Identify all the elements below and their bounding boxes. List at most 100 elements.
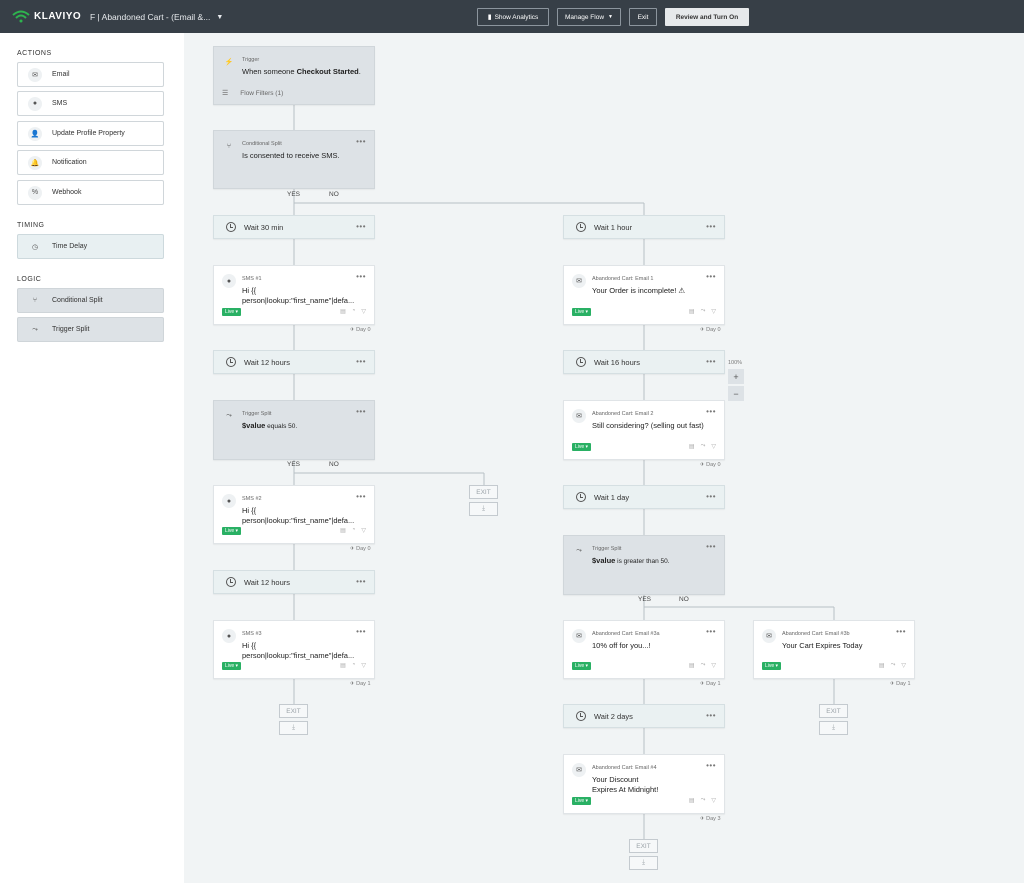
exit-add-node[interactable]: ⤓ [279, 721, 308, 735]
analytics-icon[interactable]: ◔ [352, 662, 356, 669]
flow-filters-link[interactable]: ☰ Flow Filters (1) [222, 89, 283, 98]
filter-icon[interactable]: ▽ [711, 443, 716, 450]
node-label: Trigger Split [592, 546, 622, 552]
more-options-icon[interactable]: ••• [356, 137, 366, 146]
more-options-icon[interactable]: ••• [706, 711, 716, 720]
more-options-icon[interactable]: ••• [896, 627, 906, 636]
sms-node[interactable]: ● SMS #2 Hi {{person|lookup:"first_name"… [213, 485, 375, 544]
day-value: Day 3 [706, 816, 721, 822]
live-status-badge[interactable]: Live ▾ [222, 308, 242, 316]
preview-icon[interactable]: ▤ [689, 662, 695, 669]
live-status-badge[interactable]: Live ▾ [762, 662, 782, 670]
analytics-icon[interactable]: ⤳ [701, 797, 706, 804]
wait-node[interactable]: Wait 1 hour ••• [563, 215, 725, 239]
wait-node[interactable]: Wait 30 min ••• [213, 215, 375, 239]
email-node[interactable]: ✉ Abandoned Cart: Email #3b Your Cart Ex… [753, 620, 915, 679]
review-and-turn-on-button[interactable]: Review and Turn On [665, 8, 749, 26]
more-options-icon[interactable]: ••• [706, 407, 716, 416]
more-options-icon[interactable]: ••• [706, 357, 716, 366]
analytics-icon[interactable]: ⤳ [701, 443, 706, 450]
sidebar-item-trigger-split[interactable]: ⤳ Trigger Split [17, 317, 164, 342]
analytics-icon[interactable]: ◔ [352, 527, 356, 534]
live-status-badge[interactable]: Live ▾ [572, 797, 592, 805]
more-options-icon[interactable]: ••• [706, 542, 716, 551]
exit-node[interactable]: EXIT [469, 485, 498, 499]
sms-node[interactable]: ● SMS #1 Hi {{person|lookup:"first_name"… [213, 265, 375, 325]
filter-icon[interactable]: ▽ [711, 308, 716, 315]
exit-add-node[interactable]: ⤓ [629, 856, 658, 870]
manage-flow-button[interactable]: Manage Flow ▼ [557, 8, 621, 26]
preview-icon[interactable]: ▤ [340, 662, 346, 669]
flow-title-dropdown[interactable]: F | Abandoned Cart - (Email &... ▼ [90, 12, 223, 22]
more-options-icon[interactable]: ••• [356, 492, 366, 501]
yes-branch-label: YES [638, 596, 652, 603]
preview-icon[interactable]: ▤ [689, 443, 695, 450]
wait-node[interactable]: Wait 12 hours ••• [213, 350, 375, 374]
live-status-badge[interactable]: Live ▾ [572, 443, 592, 451]
trigger-node[interactable]: ⚡ Trigger When someone Checkout Started.… [213, 46, 375, 105]
sidebar-item-label: Trigger Split [52, 326, 90, 333]
exit-node[interactable]: EXIT [279, 704, 308, 718]
analytics-icon[interactable]: ⤳ [701, 308, 706, 315]
exit-add-node[interactable]: ⤓ [819, 721, 848, 735]
zoom-out-button[interactable]: − [728, 386, 744, 401]
filter-icon[interactable]: ▽ [711, 662, 716, 669]
conditional-split-node[interactable]: ⑂ Conditional Split Is consented to rece… [213, 130, 375, 189]
email-node[interactable]: ✉ Abandoned Cart: Email 2 Still consider… [563, 400, 725, 460]
more-options-icon[interactable]: ••• [706, 272, 716, 281]
preview-icon[interactable]: ▤ [689, 308, 695, 315]
filter-icon[interactable]: ▽ [361, 308, 366, 315]
sidebar-item-conditional-split[interactable]: ⑂ Conditional Split [17, 288, 164, 313]
sidebar-item-notification[interactable]: 🔔 Notification [17, 150, 164, 175]
more-options-icon[interactable]: ••• [356, 222, 366, 231]
wait-node[interactable]: Wait 12 hours ••• [213, 570, 375, 594]
live-status-badge[interactable]: Live ▾ [222, 662, 242, 670]
sidebar-item-sms[interactable]: ● SMS [17, 91, 164, 116]
sidebar-item-webhook[interactable]: % Webhook [17, 180, 164, 205]
preview-icon[interactable]: ▤ [689, 797, 695, 804]
flow-canvas[interactable]: ⚡ Trigger When someone Checkout Started.… [184, 33, 1024, 883]
more-options-icon[interactable]: ••• [356, 357, 366, 366]
email-node[interactable]: ✉ Abandoned Cart: Email #4 Your Discount… [563, 754, 725, 814]
trigger-split-node[interactable]: ⤳ Trigger Split $value is greater than 5… [563, 535, 725, 595]
more-options-icon[interactable]: ••• [706, 761, 716, 770]
preview-icon[interactable]: ▤ [340, 308, 346, 315]
sms-node[interactable]: ● SMS #3 Hi {{person|lookup:"first_name"… [213, 620, 375, 679]
exit-node[interactable]: EXIT [629, 839, 658, 853]
filter-icon[interactable]: ▽ [361, 662, 366, 669]
live-status-badge[interactable]: Live ▾ [222, 527, 242, 535]
show-analytics-button[interactable]: ▮ Show Analytics [477, 8, 549, 26]
exit-add-node[interactable]: ⤓ [469, 502, 498, 516]
sidebar-item-email[interactable]: ✉ Email [17, 62, 164, 87]
exit-button[interactable]: Exit [629, 8, 657, 26]
sidebar-item-update-profile-property[interactable]: 👤 Update Profile Property [17, 121, 164, 146]
analytics-icon[interactable]: ⤳ [891, 662, 896, 669]
klaviyo-logo[interactable]: KLAVIYO [12, 9, 81, 23]
exit-label: Exit [637, 13, 649, 21]
more-options-icon[interactable]: ••• [356, 627, 366, 636]
wait-node[interactable]: Wait 1 day ••• [563, 485, 725, 509]
more-options-icon[interactable]: ••• [706, 627, 716, 636]
analytics-icon[interactable]: ◔ [352, 308, 356, 315]
more-options-icon[interactable]: ••• [356, 407, 366, 416]
preview-icon[interactable]: ▤ [879, 662, 885, 669]
zoom-in-button[interactable]: + [728, 369, 744, 384]
exit-node[interactable]: EXIT [819, 704, 848, 718]
filter-icon[interactable]: ▽ [711, 797, 716, 804]
filter-icon[interactable]: ▽ [901, 662, 906, 669]
more-options-icon[interactable]: ••• [706, 492, 716, 501]
more-options-icon[interactable]: ••• [356, 577, 366, 586]
analytics-icon[interactable]: ⤳ [701, 662, 706, 669]
more-options-icon[interactable]: ••• [706, 222, 716, 231]
filter-icon[interactable]: ▽ [361, 527, 366, 534]
preview-icon[interactable]: ▤ [340, 527, 346, 534]
sidebar-item-time-delay[interactable]: ◷ Time Delay [17, 234, 164, 259]
email-node[interactable]: ✉ Abandoned Cart: Email #3a 10% off for … [563, 620, 725, 679]
more-options-icon[interactable]: ••• [356, 272, 366, 281]
trigger-split-node[interactable]: ⤳ Trigger Split $value equals 50. ••• [213, 400, 375, 460]
wait-node[interactable]: Wait 16 hours ••• [563, 350, 725, 374]
email-node[interactable]: ✉ Abandoned Cart: Email 1 Your Order is … [563, 265, 725, 325]
wait-node[interactable]: Wait 2 days ••• [563, 704, 725, 728]
live-status-badge[interactable]: Live ▾ [572, 308, 592, 316]
live-status-badge[interactable]: Live ▾ [572, 662, 592, 670]
